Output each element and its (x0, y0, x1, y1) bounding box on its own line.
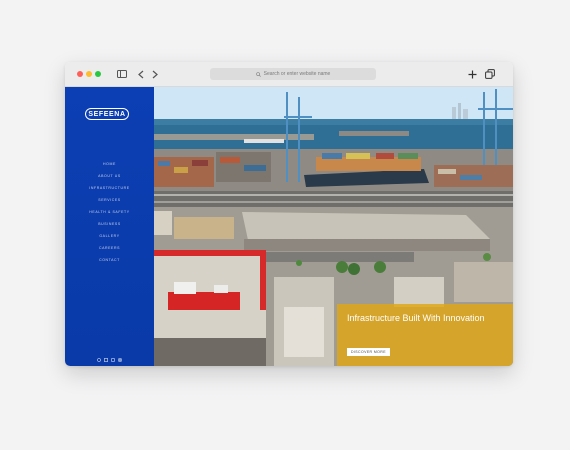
nav-item-services[interactable]: Services (65, 194, 154, 206)
browser-window: Search or enter website name SEFEENA Hom… (65, 62, 513, 366)
discover-more-button[interactable]: DISCOVER MORE (347, 348, 390, 356)
nav-item-business[interactable]: Business (65, 218, 154, 230)
tab-overview-icon[interactable] (485, 68, 495, 80)
close-window-button[interactable] (77, 71, 83, 77)
address-bar[interactable]: Search or enter website name (210, 68, 376, 80)
twitter-icon[interactable] (97, 349, 101, 362)
nav-item-health-safety[interactable]: Health & Safety (65, 206, 154, 218)
new-tab-plus-icon[interactable] (467, 68, 477, 80)
facebook-icon[interactable] (104, 349, 108, 362)
sidebar-toggle-icon[interactable] (117, 68, 127, 80)
site-nav: Home About Us Infrastructure Services He… (65, 158, 154, 266)
nav-item-home[interactable]: Home (65, 158, 154, 170)
nav-item-infrastructure[interactable]: Infrastructure (65, 182, 154, 194)
hero-headline: Infrastructure Built With Innovation (347, 313, 485, 323)
page-content: SEFEENA Home About Us Infrastructure Ser… (65, 87, 513, 366)
nav-item-gallery[interactable]: Gallery (65, 230, 154, 242)
minimize-window-button[interactable] (86, 71, 92, 77)
site-sidebar: SEFEENA Home About Us Infrastructure Ser… (65, 87, 154, 366)
social-links (97, 349, 122, 362)
nav-item-contact[interactable]: Contact (65, 254, 154, 266)
nav-item-careers[interactable]: Careers (65, 242, 154, 254)
linkedin-icon[interactable] (111, 349, 115, 362)
instagram-icon[interactable] (118, 349, 122, 362)
forward-arrow-icon[interactable] (151, 68, 159, 80)
maximize-window-button[interactable] (95, 71, 101, 77)
back-arrow-icon[interactable] (137, 68, 145, 80)
hero-overlay: Infrastructure Built With Innovation DIS… (337, 304, 513, 366)
hero-section: Infrastructure Built With Innovation DIS… (154, 87, 513, 366)
search-icon (255, 71, 261, 77)
nav-item-about[interactable]: About Us (65, 170, 154, 182)
site-logo[interactable]: SEFEENA (85, 108, 129, 120)
address-placeholder: Search or enter website name (263, 71, 331, 77)
browser-toolbar: Search or enter website name (65, 62, 513, 87)
